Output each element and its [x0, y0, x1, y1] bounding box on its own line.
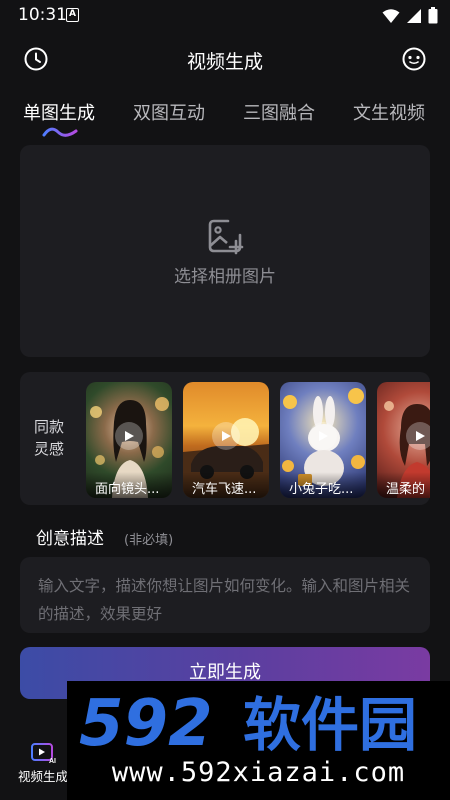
mode-tabs: 单图生成 双图互动 三图融合 文生视频: [0, 96, 450, 142]
tab-single-image[interactable]: 单图生成: [23, 99, 95, 125]
description-title: 创意描述: [36, 529, 104, 549]
nav-item-video-generation[interactable]: AI 视频生成: [12, 742, 74, 785]
inspiration-label: 同款 灵感: [34, 416, 70, 460]
active-tab-indicator: [42, 127, 78, 137]
tab-dual-image[interactable]: 双图互动: [133, 99, 205, 125]
a-notification-icon: A: [66, 8, 79, 22]
status-icons: [382, 7, 438, 24]
svg-text:592: 592: [79, 689, 213, 755]
watermark-url: www.592xiazai.com: [111, 757, 406, 788]
play-icon: [222, 431, 231, 441]
play-button[interactable]: [115, 422, 143, 450]
description-input[interactable]: 输入文字，描述你想让图片如何变化。输入和图片相关的描述，效果更好: [20, 557, 430, 633]
svg-text:软件园: 软件园: [243, 691, 417, 755]
inspiration-card-4[interactable]: 温柔的: [377, 382, 430, 498]
description-optional-hint: (非必填): [124, 533, 174, 548]
signal-icon: [407, 8, 421, 23]
upload-label: 选择相册图片: [174, 267, 276, 287]
status-bar: 10:31 A: [0, 0, 450, 32]
play-button[interactable]: [212, 422, 240, 450]
card-caption: 温柔的: [377, 472, 430, 498]
battery-icon: [428, 7, 438, 24]
play-icon: [416, 431, 425, 441]
watermark-banner: 592 软件园 www.592xiazai.com: [67, 681, 450, 800]
image-add-icon: [208, 219, 244, 255]
wifi-icon: [382, 8, 400, 23]
status-time: 10:31: [18, 5, 67, 25]
video-ai-icon: AI: [31, 743, 56, 764]
play-button[interactable]: [406, 422, 430, 450]
more-circle-icon: [402, 47, 426, 71]
inspiration-label-text: 同款 灵感: [34, 418, 65, 458]
play-button[interactable]: [309, 422, 337, 450]
image-upload-area[interactable]: 选择相册图片: [20, 145, 430, 357]
card-caption: 汽车飞速...: [183, 472, 269, 498]
watermark-logo: 592 软件园: [79, 689, 417, 755]
inspiration-card-3[interactable]: 小兔子吃...: [280, 382, 366, 498]
app-header: 视频生成: [0, 36, 450, 80]
inspiration-card-1[interactable]: 面向镜头...: [86, 382, 172, 498]
card-caption: 面向镜头...: [86, 472, 172, 498]
inspiration-section: 同款 灵感 面向镜头... 汽车飞速... 小兔子吃... 温柔的: [20, 372, 430, 505]
page-title: 视频生成: [186, 51, 263, 73]
tab-text-to-video[interactable]: 文生视频: [353, 99, 425, 125]
tab-triple-image[interactable]: 三图融合: [243, 99, 315, 125]
svg-text:AI: AI: [49, 758, 56, 764]
nav-label: 视频生成: [17, 769, 68, 784]
description-placeholder: 输入文字，描述你想让图片如何变化。输入和图片相关的描述，效果更好: [38, 577, 411, 623]
card-caption: 小兔子吃...: [280, 472, 366, 498]
inspiration-card-2[interactable]: 汽车飞速...: [183, 382, 269, 498]
play-icon: [319, 431, 328, 441]
menu-button[interactable]: [401, 46, 427, 72]
play-icon: [125, 431, 134, 441]
